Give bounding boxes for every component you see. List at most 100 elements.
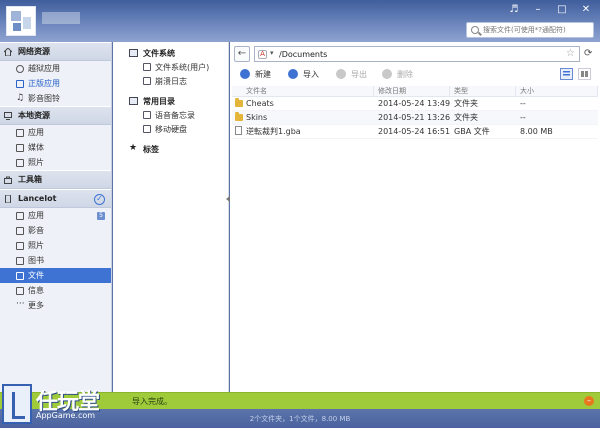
sidebar-item-music[interactable]: ♫ 影音图铃 [0, 91, 111, 106]
sidebar-item-label: 照片 [28, 241, 44, 250]
tree-group-common-dirs[interactable]: 常用目录 [113, 94, 228, 108]
search-box[interactable] [466, 22, 594, 38]
import-icon [288, 69, 298, 79]
new-button[interactable]: 新建 [240, 67, 271, 81]
sidebar-item-label: 更多 [28, 301, 44, 310]
sidebar-item-device-photos[interactable]: 照片 [0, 238, 111, 253]
export-label: 导出 [351, 69, 367, 79]
sidebar-item-label: 影音图铃 [28, 94, 60, 103]
message-icon [16, 287, 24, 295]
tree-item-voice-memos[interactable]: 语音备忘录 [113, 108, 228, 122]
tree-item-crash-logs[interactable]: 崩溃日志 [113, 74, 228, 88]
sidebar-item-local-media[interactable]: 媒体 [0, 140, 111, 155]
sidebar-item-device-messages[interactable]: 信息 [0, 283, 111, 298]
sidebar-item-device-apps[interactable]: 应用 5 [0, 208, 111, 223]
file-name-cell: Cheats [232, 98, 374, 108]
grid-view-icon[interactable] [578, 68, 591, 80]
sidebar-item-store-apps[interactable]: 正版应用 [0, 76, 111, 91]
file-date: 2014-05-24 13:49 [378, 99, 451, 108]
toolbox-icon [4, 176, 12, 184]
file-icon [16, 272, 24, 280]
star-icon: ★ [129, 143, 138, 153]
back-button[interactable]: ← [234, 46, 250, 62]
new-label: 新建 [255, 69, 271, 79]
delete-button[interactable]: 删除 [382, 67, 413, 81]
export-button[interactable]: 导出 [336, 67, 367, 81]
table-row[interactable]: 逆転裁判1.gba 2014-05-24 16:51 GBA 文件 8.00 M… [232, 125, 598, 139]
file-type: GBA 文件 [454, 127, 490, 136]
file-date: 2014-05-21 13:26 [378, 113, 451, 122]
sidebar-item-label: 图书 [28, 256, 44, 265]
sidebar-section-local[interactable]: 本地资源 [0, 106, 111, 125]
sidebar-section-network[interactable]: 网络资源 [0, 42, 111, 61]
file-browser: ← A ▾ /Documents ☆ ⟳ 新建 导入 导出 删除 文件名 修改日… [230, 42, 600, 394]
tree-item-mobile-disk[interactable]: 移动硬盘 [113, 122, 228, 136]
more-icon: ··· [16, 299, 25, 309]
column-header-name[interactable]: 文件名 [232, 86, 374, 96]
plus-icon [240, 69, 250, 79]
photo-icon [16, 159, 24, 167]
computer-icon [4, 112, 12, 120]
watermark-logo [2, 384, 32, 424]
sidebar: 网络资源 越狱应用 正版应用 ♫ 影音图铃 本地资源 应用 媒体 照片 工具箱 … [0, 42, 112, 394]
disk-icon [143, 125, 151, 133]
import-label: 导入 [303, 69, 319, 79]
delete-icon [382, 69, 392, 79]
chevron-down-icon[interactable]: ▾ [270, 49, 274, 57]
table-header: 文件名 修改日期 类型 大小 [232, 86, 598, 97]
tree-item-label: 移动硬盘 [155, 124, 187, 134]
tree-group-title: 标签 [143, 144, 159, 154]
tree-group-filesystem[interactable]: 文件系统 [113, 46, 228, 60]
file-size: -- [520, 113, 526, 122]
table-row[interactable]: Skins 2014-05-21 13:26 文件夹 -- [232, 111, 598, 125]
section-title: 工具箱 [18, 175, 42, 184]
sidebar-item-local-apps[interactable]: 应用 [0, 125, 111, 140]
column-header-date[interactable]: 修改日期 [374, 86, 450, 96]
refresh-icon[interactable]: ⟳ [584, 47, 592, 60]
app-store-icon: A [258, 50, 267, 59]
close-icon[interactable]: ✕ [580, 4, 592, 16]
sidebar-item-device-books[interactable]: 图书 [0, 253, 111, 268]
address-path[interactable]: /Documents [279, 50, 327, 59]
user-avatar[interactable] [6, 6, 36, 36]
tree-group-tags[interactable]: ★ 标签 [113, 142, 228, 156]
sidebar-item-device-files[interactable]: 文件 [0, 268, 111, 283]
import-button[interactable]: 导入 [288, 67, 319, 81]
apps-icon [16, 129, 24, 137]
sidebar-item-device-video[interactable]: 影音 [0, 223, 111, 238]
section-title: 本地资源 [18, 111, 50, 120]
sidebar-item-label: 应用 [28, 211, 44, 220]
table-row[interactable]: Cheats 2014-05-24 13:49 文件夹 -- [232, 97, 598, 111]
bookmark-star-icon[interactable]: ☆ [566, 48, 575, 60]
minimize-icon[interactable]: – [532, 4, 544, 16]
sidebar-item-device-more[interactable]: ··· 更多 [0, 298, 111, 313]
watermark-en: AppGame.com [36, 411, 96, 420]
search-icon[interactable] [471, 26, 479, 34]
sidebar-section-toolbox[interactable]: 工具箱 [0, 170, 111, 189]
search-input[interactable] [483, 24, 591, 36]
file-type: 文件夹 [454, 99, 478, 108]
file-name: Skins [246, 113, 268, 122]
list-icon [129, 97, 138, 105]
column-header-size[interactable]: 大小 [516, 86, 598, 96]
maximize-icon[interactable]: □ [556, 4, 568, 16]
section-title: Lancelot [18, 194, 57, 203]
address-row: ← A ▾ /Documents ☆ ⟳ [234, 46, 596, 62]
sidebar-item-jailbreak-apps[interactable]: 越狱应用 [0, 61, 111, 76]
sidebar-item-local-photos[interactable]: 照片 [0, 155, 111, 170]
tree-item-label: 崩溃日志 [155, 76, 187, 86]
music-icon[interactable]: ♬ [508, 4, 520, 16]
sidebar-section-device[interactable]: Lancelot ✓ [0, 189, 111, 208]
list-view-icon[interactable] [560, 68, 573, 80]
tree-item-user-filesystem[interactable]: 文件系统(用户) [113, 60, 228, 74]
sidebar-item-label: 照片 [28, 158, 44, 167]
close-notification-icon[interactable]: – [584, 396, 594, 406]
sidebar-item-label: 越狱应用 [28, 64, 60, 73]
file-size: 8.00 MB [520, 127, 553, 136]
sidebar-item-label: 媒体 [28, 143, 44, 152]
column-header-type[interactable]: 类型 [450, 86, 516, 96]
folder-tree: 文件系统 文件系统(用户) 崩溃日志 常用目录 语音备忘录 移动硬盘 ★ 标签 [113, 42, 229, 394]
connected-check-icon: ✓ [94, 194, 105, 205]
address-bar[interactable]: A ▾ /Documents ☆ [254, 46, 580, 62]
file-name-cell: Skins [232, 112, 374, 122]
